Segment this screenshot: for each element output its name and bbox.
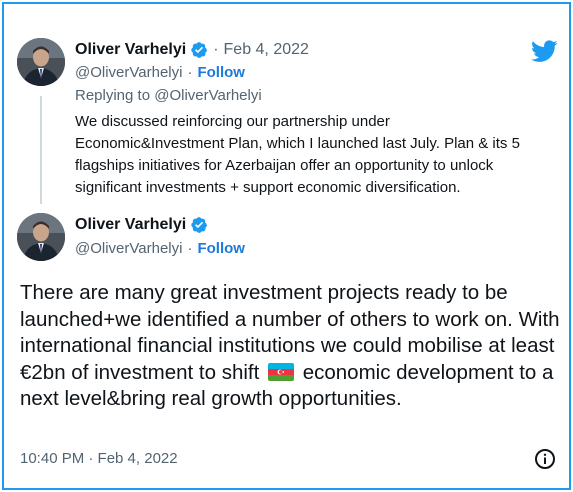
verified-badge-icon (191, 217, 208, 233)
follow-button[interactable]: Follow (197, 64, 245, 81)
tweet1-handle-line: @OliverVarhelyi · Follow (75, 64, 245, 81)
tweet-timestamp[interactable]: 10:40 PM · Feb 4, 2022 (20, 450, 178, 467)
avatar[interactable] (17, 38, 65, 86)
azerbaijan-flag-icon (268, 362, 295, 381)
tweet1-text: We discussed reinforcing our partnership… (75, 113, 520, 196)
author-handle[interactable]: @OliverVarhelyi (75, 64, 182, 81)
replying-to-prefix: Replying to (75, 87, 151, 104)
follow-button[interactable]: Follow (197, 240, 245, 257)
author-name[interactable]: Oliver Varhelyi (75, 41, 186, 59)
tweet2-header: Oliver Varhelyi (75, 216, 208, 234)
replying-to-handle[interactable]: @OliverVarhelyi (154, 87, 261, 104)
avatar-photo (17, 38, 65, 86)
thread-connector-line (40, 96, 42, 204)
avatar[interactable] (17, 213, 65, 261)
author-name[interactable]: Oliver Varhelyi (75, 216, 186, 234)
avatar-photo (17, 213, 65, 261)
tweet-date[interactable]: Feb 4, 2022 (224, 41, 309, 59)
info-icon[interactable] (534, 448, 556, 470)
separator-dot: · (187, 240, 193, 257)
separator-dot: · (213, 41, 219, 58)
twitter-bird-icon[interactable] (531, 40, 558, 63)
tweet2-handle-line: @OliverVarhelyi · Follow (75, 240, 245, 257)
tweet1-header: Oliver Varhelyi · Feb 4, 2022 (75, 41, 309, 59)
verified-badge-icon (191, 42, 208, 58)
author-handle[interactable]: @OliverVarhelyi (75, 240, 182, 257)
tweet2-text: There are many great investment projects… (20, 280, 560, 413)
replying-to: Replying to @OliverVarhelyi (75, 87, 262, 104)
separator-dot: · (187, 64, 193, 81)
tweet-embed-card: Oliver Varhelyi · Feb 4, 2022 @OliverVar… (2, 2, 571, 490)
